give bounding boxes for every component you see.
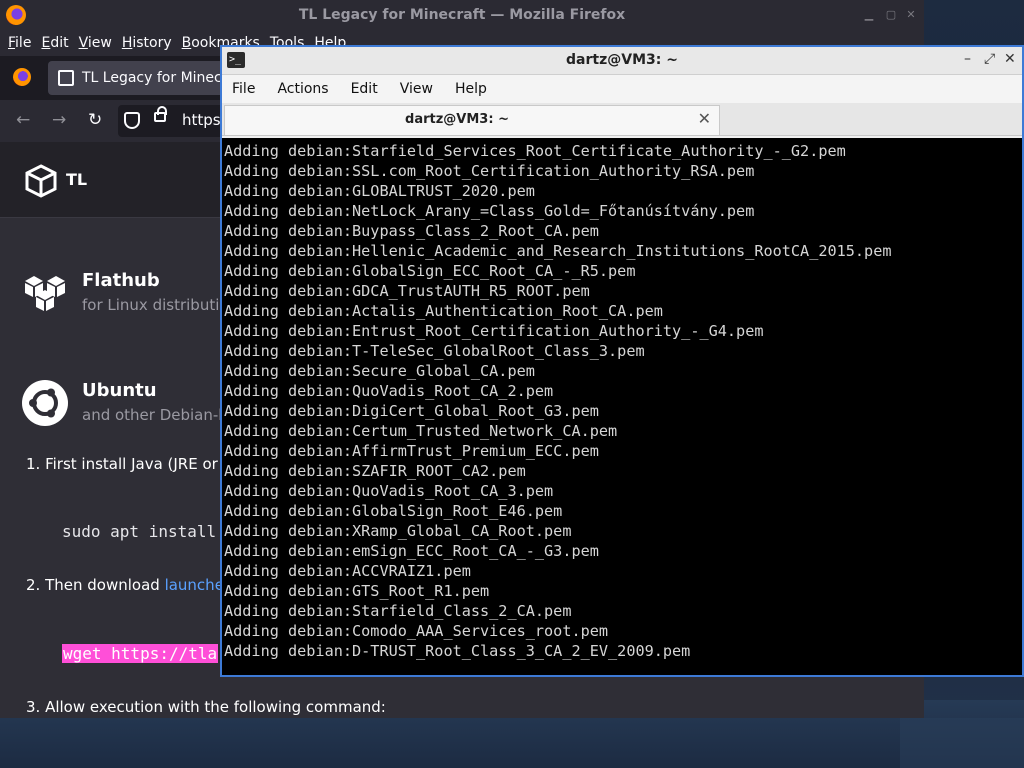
terminal-menubar: File Actions Edit View Help [222, 75, 1022, 103]
terminal-line: Adding debian:GLOBALTRUST_2020.pem [224, 182, 535, 200]
terminal-window: >_ dartz@VM3: ~ – ⤢ ✕ File Actions Edit … [220, 45, 1024, 677]
terminal-maximize-icon[interactable]: ⤢ [984, 51, 995, 67]
terminal-minimize-icon[interactable]: – [964, 51, 971, 67]
terminal-line: Adding debian:Comodo_AAA_Services_root.p… [224, 622, 609, 640]
terminal-line: Adding debian:DigiCert_Global_Root_G3.pe… [224, 402, 599, 420]
terminal-line: Adding debian:SZAFIR_ROOT_CA2.pem [224, 462, 526, 480]
terminal-tab[interactable]: dartz@VM3: ~ ✕ [224, 105, 720, 135]
terminal-tab-close-icon[interactable]: ✕ [698, 109, 711, 128]
ubuntu-name: Ubuntu [82, 380, 157, 401]
tracking-shield-icon[interactable] [124, 112, 140, 129]
terminal-line: Adding debian:Buypass_Class_2_Root_CA.pe… [224, 222, 599, 240]
terminal-line: Adding debian:AffirmTrust_Premium_ECC.pe… [224, 442, 599, 460]
flathub-icon [25, 276, 65, 311]
terminal-menu-help[interactable]: Help [455, 81, 487, 97]
site-name[interactable]: TL [66, 170, 87, 189]
terminal-line: Adding debian:GTS_Root_R1.pem [224, 582, 490, 600]
reload-icon[interactable]: ↻ [88, 110, 102, 130]
maximize-icon[interactable]: ▢ [884, 8, 898, 22]
terminal-line: Adding debian:Actalis_Authentication_Roo… [224, 302, 663, 320]
browser-tab[interactable]: TL Legacy for Minecraft [48, 61, 248, 95]
terminal-titlebar: >_ dartz@VM3: ~ – ⤢ ✕ [222, 47, 1022, 75]
url-text[interactable]: https [182, 111, 221, 129]
terminal-tabbar: dartz@VM3: ~ ✕ [222, 103, 1022, 136]
minimize-icon[interactable]: ▁ [862, 8, 876, 22]
close-icon[interactable]: ✕ [904, 8, 918, 22]
terminal-window-title: dartz@VM3: ~ [566, 52, 678, 68]
terminal-output[interactable]: Adding debian:Starfield_Services_Root_Ce… [222, 138, 1022, 675]
flathub-name: Flathub [82, 270, 160, 291]
terminal-line: Adding debian:Entrust_Root_Certification… [224, 322, 764, 340]
terminal-line: Adding debian:emSign_ECC_Root_CA_-_G3.pe… [224, 542, 599, 560]
step-2-label: 2. Then download [26, 576, 165, 594]
terminal-menu-view[interactable]: View [400, 81, 433, 97]
terminal-line: Adding debian:XRamp_Global_CA_Root.pem [224, 522, 572, 540]
firefox-window-title: TL Legacy for Minecraft — Mozilla Firefo… [298, 7, 626, 23]
terminal-line: Adding debian:Starfield_Class_2_CA.pem [224, 602, 572, 620]
firefox-titlebar: TL Legacy for Minecraft — Mozilla Firefo… [0, 0, 924, 30]
back-icon[interactable]: ← [16, 110, 30, 130]
step-2-command-highlighted: wget https://tla [62, 644, 219, 663]
terminal-line: Adding debian:ACCVRAIZ1.pem [224, 562, 471, 580]
terminal-line: Adding debian:NetLock_Arany_=Class_Gold=… [224, 202, 755, 220]
ubuntu-icon [22, 380, 68, 426]
step-1-text: 1. First install Java (JRE or JDK [26, 455, 249, 473]
terminal-close-icon[interactable]: ✕ [1004, 51, 1016, 67]
terminal-line: Adding debian:QuoVadis_Root_CA_3.pem [224, 482, 554, 500]
terminal-line: Adding debian:GlobalSign_ECC_Root_CA_-_R… [224, 262, 636, 280]
terminal-line: Adding debian:Certum_Trusted_Network_CA.… [224, 422, 618, 440]
terminal-line: Adding debian:D-TRUST_Root_Class_3_CA_2_… [224, 642, 691, 660]
terminal-line: Adding debian:T-TeleSec_GlobalRoot_Class… [224, 342, 645, 360]
terminal-line: Adding debian:Starfield_Services_Root_Ce… [224, 142, 846, 160]
terminal-line: Adding debian:Secure_Global_CA.pem [224, 362, 535, 380]
terminal-line: Adding debian:GlobalSign_Root_E46.pem [224, 502, 563, 520]
flathub-subtitle: for Linux distributio [82, 296, 229, 314]
menu-file[interactable]: File [8, 35, 31, 51]
terminal-menu-edit[interactable]: Edit [351, 81, 378, 97]
tl-cube-logo-icon[interactable] [24, 164, 58, 198]
ubuntu-subtitle: and other Debian-b [82, 406, 228, 424]
forward-icon[interactable]: → [52, 110, 66, 130]
step-3-text: 3. Allow execution with the following co… [26, 698, 386, 716]
terminal-tab-title: dartz@VM3: ~ [405, 112, 509, 127]
terminal-line: Adding debian:Hellenic_Academic_and_Rese… [224, 242, 892, 260]
tab-favicon-icon [58, 70, 74, 86]
menu-view[interactable]: View [79, 35, 112, 51]
terminal-line: Adding debian:QuoVadis_Root_CA_2.pem [224, 382, 554, 400]
terminal-line: Adding debian:SSL.com_Root_Certification… [224, 162, 755, 180]
lock-icon[interactable] [154, 106, 167, 122]
firefox-view-icon[interactable] [13, 68, 31, 86]
menu-edit[interactable]: Edit [41, 35, 68, 51]
terminal-line: Adding debian:GDCA_TrustAUTH_R5_ROOT.pem [224, 282, 590, 300]
menu-history[interactable]: History [122, 35, 172, 51]
terminal-menu-file[interactable]: File [232, 81, 255, 97]
terminal-menu-actions[interactable]: Actions [277, 81, 328, 97]
step-1-command: sudo apt install [62, 522, 217, 541]
